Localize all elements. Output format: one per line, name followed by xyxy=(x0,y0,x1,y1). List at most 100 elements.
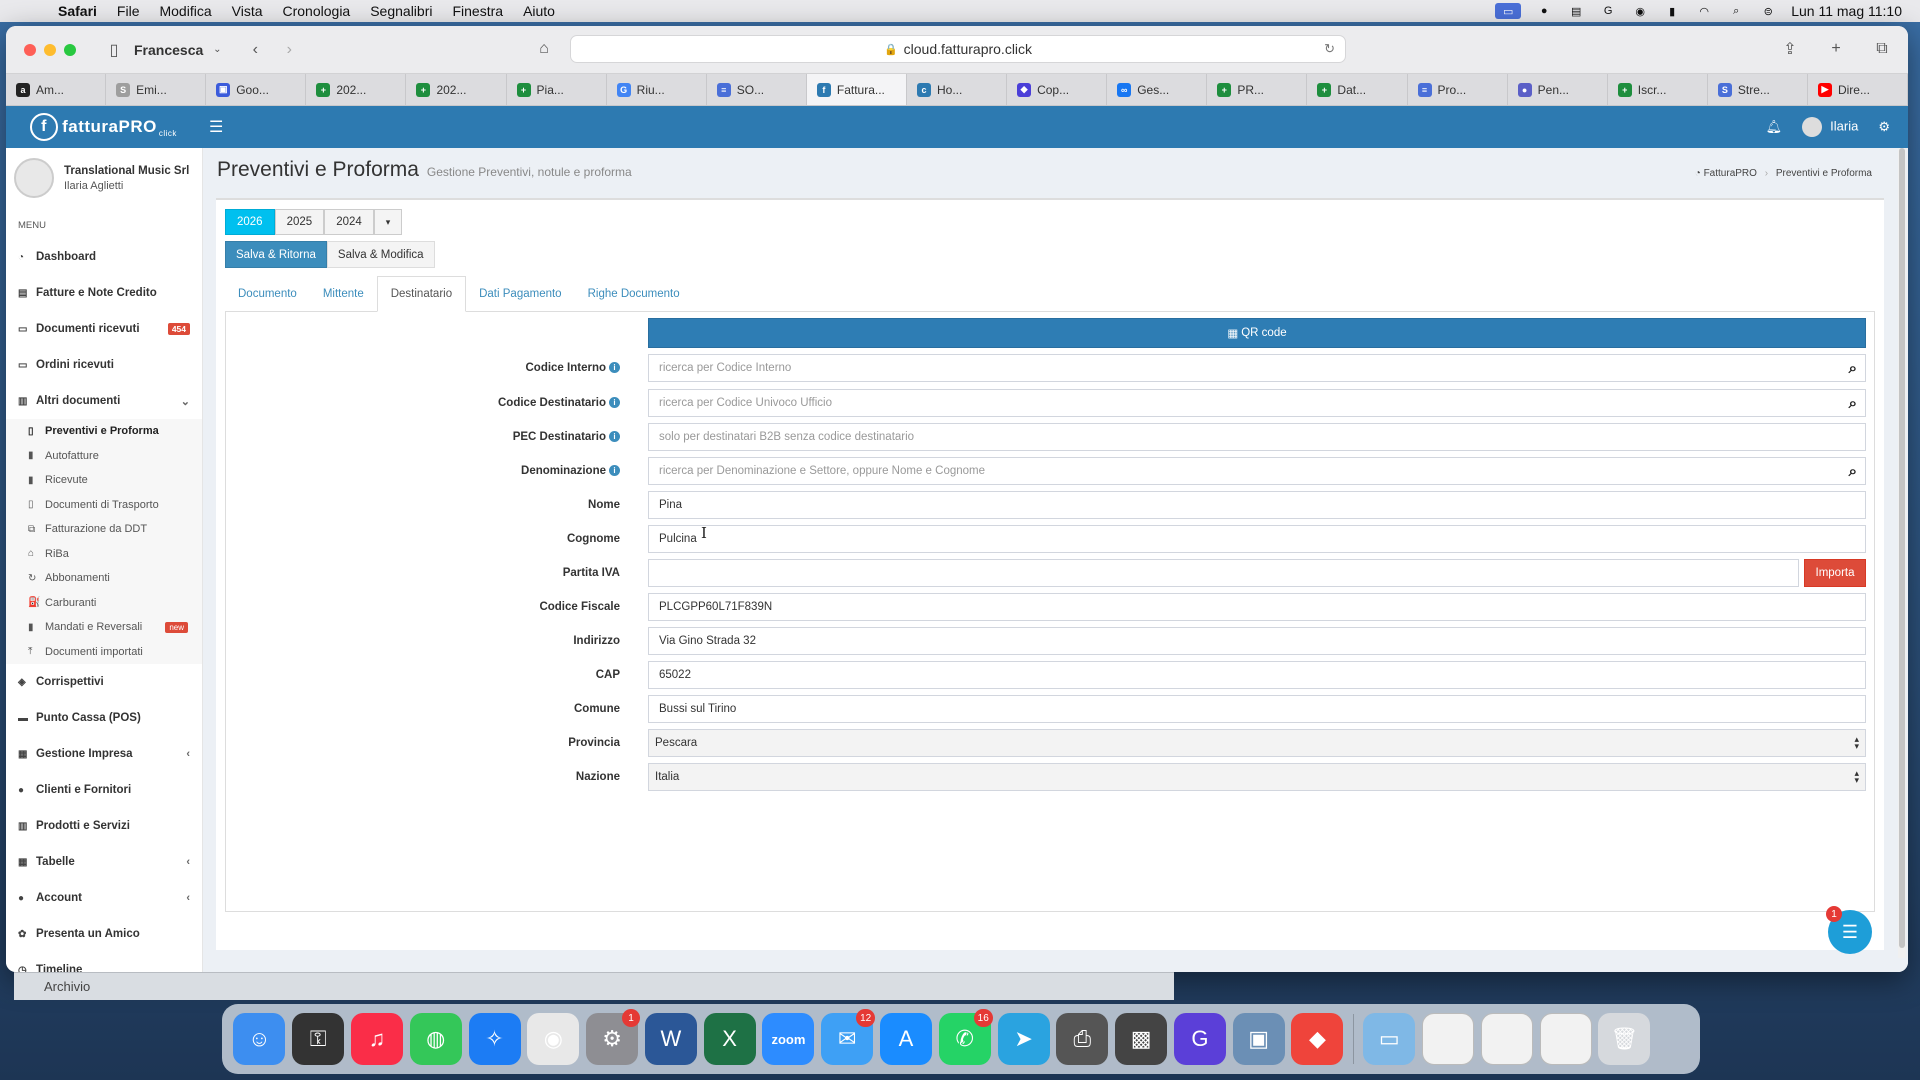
dock-zoom-icon[interactable]: zoom xyxy=(762,1013,815,1065)
browser-tab[interactable]: f Fattura... xyxy=(806,74,907,105)
sidebar-item-punto-cassa[interactable]: ▬ Punto Cassa (POS) xyxy=(6,700,202,736)
search-icon[interactable]: ⌕ xyxy=(1849,463,1857,480)
year-button-2026[interactable]: 2026 xyxy=(225,209,275,235)
info-icon[interactable]: i xyxy=(609,362,620,374)
zoom-window-button[interactable] xyxy=(64,43,76,56)
menu-file[interactable]: File xyxy=(117,3,140,19)
menu-modifica[interactable]: Modifica xyxy=(159,3,211,19)
sidebar-item-timeline[interactable]: ◷ Timeline xyxy=(6,952,202,972)
cognome-input[interactable]: Pulcina xyxy=(648,525,1866,553)
submenu-item[interactable]: ⛽ Carburanti xyxy=(6,591,202,616)
dock-messages-icon[interactable]: ◍ xyxy=(409,1013,462,1065)
browser-tab[interactable]: + Pia... xyxy=(507,74,607,105)
address-bar[interactable]: 🔒 cloud.fatturapro.click ↻ xyxy=(570,35,1346,63)
user-menu[interactable]: Ilaria xyxy=(1802,117,1858,137)
sidebar-item-ordini-ricevuti[interactable]: ▭ Ordini ricevuti xyxy=(6,347,202,383)
partita-iva-input[interactable] xyxy=(648,559,1799,587)
nazione-select[interactable]: Italia ▴ ▾ xyxy=(648,763,1866,791)
save-edit-button[interactable]: Salva & Modifica xyxy=(326,241,435,268)
search-icon[interactable]: ⌕ xyxy=(1849,360,1857,377)
breadcrumb-home[interactable]: FatturaPRO xyxy=(1704,168,1757,179)
submenu-item[interactable]: ▮ Ricevute xyxy=(6,468,202,493)
browser-tab[interactable]: ▶ Dire... xyxy=(1808,74,1908,105)
submenu-item[interactable]: ⧉ Fatturazione da DDT xyxy=(6,517,202,542)
sidebar-item-corrispettivi[interactable]: ◈ Corrispettivi xyxy=(6,664,202,700)
submenu-item[interactable]: ▯ Preventivi e Proforma xyxy=(6,419,202,444)
browser-tab[interactable]: G Riu... xyxy=(607,74,707,105)
sidebar-item-documenti-ricevuti[interactable]: ▭ Documenti ricevuti 454 xyxy=(6,311,202,347)
dock-folder-icon[interactable]: ▭ xyxy=(1363,1013,1416,1065)
browser-tab[interactable]: ● Pen... xyxy=(1508,74,1608,105)
search-icon[interactable]: ⌕ xyxy=(1849,395,1857,412)
sidebar-toggle-icon[interactable]: ▯ xyxy=(102,40,126,60)
menu-aiuto[interactable]: Aiuto xyxy=(523,3,555,19)
battery-icon[interactable]: ▮ xyxy=(1663,3,1681,19)
indirizzo-input[interactable]: Via Gino Strada 32 xyxy=(648,627,1866,655)
google-status-icon[interactable]: G xyxy=(1599,3,1617,19)
sidebar-item-gestione-impresa[interactable]: ▦ Gestione Impresa ‹ xyxy=(6,736,202,772)
page-scrollbar[interactable] xyxy=(1898,148,1906,958)
browser-tab[interactable]: ∞ Ges... xyxy=(1107,74,1208,105)
browser-tab[interactable]: + Iscr... xyxy=(1608,74,1708,105)
submenu-item[interactable]: ⤒ Documenti importati xyxy=(6,640,202,665)
memory-status-icon[interactable]: ◉ xyxy=(1631,3,1649,19)
forward-icon[interactable]: › xyxy=(277,41,301,59)
tab-documento[interactable]: Documento xyxy=(225,276,310,311)
menu-cronologia[interactable]: Cronologia xyxy=(283,3,351,19)
tab-dati-pagamento[interactable]: Dati Pagamento xyxy=(466,276,574,311)
screen-mirroring-icon[interactable]: ▭ xyxy=(1495,3,1522,19)
browser-tab[interactable]: c Ho... xyxy=(907,74,1008,105)
year-dropdown-button[interactable]: ▾ xyxy=(373,209,403,235)
hamburger-menu-icon[interactable]: ☰ xyxy=(209,117,223,137)
menu-segnalibri[interactable]: Segnalibri xyxy=(370,3,432,19)
bell-icon[interactable]: 🔔︎ xyxy=(1766,119,1783,135)
dock-anydesk-icon[interactable]: ◆ xyxy=(1291,1013,1344,1065)
codice-fiscale-input[interactable]: PLCGPP60L71F839N xyxy=(648,593,1866,621)
tab-righe-documento[interactable]: Righe Documento xyxy=(575,276,693,311)
submenu-item[interactable]: ⌂ RiBa xyxy=(6,542,202,567)
dock-window-2-icon[interactable] xyxy=(1480,1013,1533,1065)
info-icon[interactable]: i xyxy=(609,397,620,409)
year-button-2024[interactable]: 2024 xyxy=(324,209,374,235)
dock-excel-icon[interactable]: X xyxy=(703,1013,756,1065)
tab-mittente[interactable]: Mittente xyxy=(310,276,377,311)
importa-button[interactable]: Importa xyxy=(1804,559,1866,587)
comune-input[interactable]: Bussi sul Tirino xyxy=(648,695,1866,723)
submenu-item[interactable]: ▯ Documenti di Trasporto xyxy=(6,493,202,518)
cap-input[interactable]: 65022 xyxy=(648,661,1866,689)
dock-telegram-icon[interactable]: ➤ xyxy=(997,1013,1050,1065)
menubar-clock[interactable]: Lun 11 mag 11:10 xyxy=(1791,3,1902,19)
menu-vista[interactable]: Vista xyxy=(232,3,263,19)
info-icon[interactable]: i xyxy=(609,431,620,443)
pec-destinatario-input[interactable]: solo per destinatari B2B senza codice de… xyxy=(648,423,1866,451)
minimize-window-button[interactable] xyxy=(44,43,56,56)
dock-settings-icon[interactable]: ⚙ 1 xyxy=(586,1009,641,1065)
background-window-label[interactable]: Archivio xyxy=(44,979,90,994)
submenu-item[interactable]: ↻ Abbonamenti xyxy=(6,566,202,591)
home-icon[interactable]: ⌂ xyxy=(532,40,556,58)
codice-destinatario-input[interactable]: ricerca per Codice Univoco Ufficio ⌕ xyxy=(648,389,1866,417)
chevron-down-icon[interactable]: ⌄ xyxy=(205,44,229,55)
save-return-button[interactable]: Salva & Ritorna xyxy=(225,241,327,268)
submenu-item[interactable]: ▮ Autofatture xyxy=(6,444,202,469)
notes-status-icon[interactable]: ▤ xyxy=(1567,3,1585,19)
sidebar-item-presenta-amico[interactable]: ✿ Presenta un Amico xyxy=(6,916,202,952)
dock-finder-icon[interactable]: ☺ xyxy=(233,1013,286,1065)
dock-preview-icon[interactable]: ▣ xyxy=(1232,1013,1285,1065)
dock-safari-icon[interactable]: ✧ xyxy=(468,1013,521,1065)
dock-trash-icon[interactable]: 🗑 xyxy=(1598,1013,1651,1065)
sidebar-item-dashboard[interactable]: ◔ Dashboard xyxy=(6,239,202,275)
scrollbar-thumb[interactable] xyxy=(1899,148,1905,948)
info-icon[interactable]: i xyxy=(609,465,620,477)
menu-finestra[interactable]: Finestra xyxy=(452,3,503,19)
dock-whatsapp-icon[interactable]: ✆ 16 xyxy=(938,1009,993,1065)
browser-tab[interactable]: ≡ Pro... xyxy=(1408,74,1508,105)
menu-app-safari[interactable]: Safari xyxy=(58,3,97,19)
browser-tab[interactable]: S Emi... xyxy=(106,74,207,105)
reload-icon[interactable]: ↻ xyxy=(1324,41,1335,57)
dock-chrome-icon[interactable]: ◉ xyxy=(527,1013,580,1065)
year-button-2025[interactable]: 2025 xyxy=(274,209,325,235)
new-tab-icon[interactable]: + xyxy=(1824,39,1848,59)
dock-window-1-icon[interactable] xyxy=(1422,1013,1475,1065)
sidebar-item-fatture[interactable]: ▤ Fatture e Note Credito xyxy=(6,275,202,311)
